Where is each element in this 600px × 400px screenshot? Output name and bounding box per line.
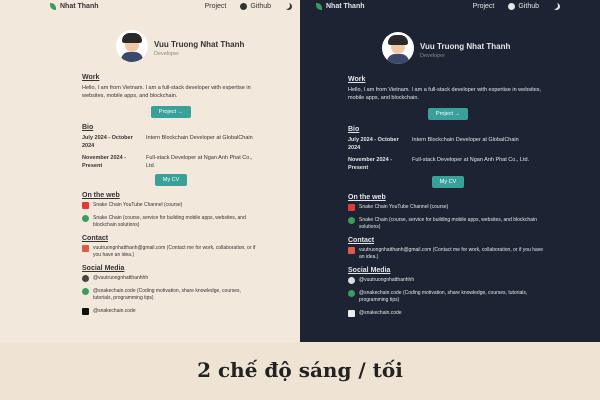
work-title: Work	[348, 76, 366, 83]
list-item[interactable]: Snake Chain YouTube Channel (course)	[82, 202, 260, 209]
list-item[interactable]: Snake Chain (course, service for buildin…	[82, 215, 260, 229]
brand-name: Nhat Thanh	[60, 3, 99, 10]
nav-project-link[interactable]: Project	[205, 3, 227, 10]
nav-github-label: Github	[518, 3, 539, 10]
work-text: Hello, I am from Vietnam. I am a full-st…	[82, 85, 251, 99]
main-content: Vuu Truong Nhat Thanh Developer Work Hel…	[348, 32, 548, 323]
brand[interactable]: Nhat Thanh	[316, 3, 365, 10]
bio-row: July 2024 - October 2024 Intern Blockcha…	[348, 136, 548, 152]
nav-github-link[interactable]: Github	[508, 3, 539, 10]
profile-hero: Vuu Truong Nhat Thanh Developer	[348, 32, 548, 70]
bio-text: Full-stack Developer at Ngan Anh Phat Co…	[412, 157, 530, 163]
brand[interactable]: Nhat Thanh	[50, 3, 99, 10]
web-item-text: Snake Chain (course, service for buildin…	[359, 217, 537, 230]
github-icon	[348, 277, 355, 284]
social-item-text: @snakechain.code	[93, 308, 136, 314]
logo-icon	[316, 3, 322, 10]
web-title: On the web	[348, 194, 386, 201]
tiktok-icon	[82, 308, 89, 315]
web-item-text: Snake Chain (course, service for buildin…	[93, 215, 246, 228]
theme-toggle-moon-icon[interactable]	[553, 3, 560, 10]
snake-icon	[348, 290, 355, 297]
project-button[interactable]: Project →	[427, 108, 469, 120]
bio-title: Bio	[82, 124, 94, 131]
bio-date: November 2024 - Present	[82, 155, 127, 169]
bio-row: November 2024 - Present Full-stack Devel…	[348, 156, 548, 172]
nav-github-label: Github	[250, 3, 271, 10]
list-item[interactable]: @snakechain.code	[348, 310, 548, 317]
list-item[interactable]: @vuutruongnhatthanhhh	[82, 275, 260, 282]
contact-title: Contact	[348, 237, 375, 244]
project-button[interactable]: Project →	[150, 106, 192, 118]
social-title: Social Media	[82, 265, 125, 272]
snake-icon	[82, 215, 89, 222]
github-icon	[240, 3, 248, 10]
profile-hero: Vuu Truong Nhat Thanh Developer	[82, 30, 260, 68]
nav-links: Project Github	[205, 3, 292, 10]
caption: 2 chế độ sáng / tối	[197, 358, 403, 382]
github-icon	[508, 3, 516, 10]
bio-date: November 2024 - Present	[348, 157, 393, 171]
bio-row: July 2024 - October 2024 Intern Blockcha…	[82, 134, 260, 150]
main-content: Vuu Truong Nhat Thanh Developer Work Hel…	[82, 30, 260, 321]
logo-icon	[50, 3, 56, 10]
profile-name: Vuu Truong Nhat Thanh	[420, 42, 511, 51]
brand-name: Nhat Thanh	[326, 3, 365, 10]
bio-row: November 2024 - Present Full-stack Devel…	[82, 154, 260, 170]
gmail-icon	[348, 247, 355, 254]
profile-role: Developer	[420, 53, 446, 59]
tiktok-icon	[348, 310, 355, 317]
snake-icon	[348, 217, 355, 224]
list-item[interactable]: Snake Chain YouTube Channel (course)	[348, 204, 548, 211]
web-item-text: Snake Chain YouTube Channel (course)	[93, 202, 183, 208]
navbar: Nhat Thanh Project Github	[300, 3, 600, 15]
web-item-text: Snake Chain YouTube Channel (course)	[359, 204, 449, 210]
light-mode-panel: Nhat Thanh Project Github Vuu Truong Nha…	[0, 0, 300, 342]
list-item[interactable]: @snakechain.code (Coding motivation, sha…	[82, 288, 260, 302]
bio-text: Intern Blockchain Developer at GlobalCha…	[412, 137, 519, 143]
social-title: Social Media	[348, 267, 391, 274]
youtube-icon	[348, 204, 355, 211]
social-item-text: @vuutruongnhatthanhhh	[93, 275, 149, 281]
profile-name: Vuu Truong Nhat Thanh	[154, 40, 245, 49]
avatar	[382, 32, 414, 64]
list-item[interactable]: @vuutruongnhatthanhhh	[348, 277, 548, 284]
contact-email[interactable]: vuutruongnhatthanh@gmail.com (Contact me…	[82, 245, 260, 259]
social-item-text: @snakechain.code (Coding motivation, sha…	[93, 288, 241, 301]
social-item-text: @snakechain.code	[359, 310, 402, 316]
youtube-icon	[82, 202, 89, 209]
gmail-icon	[82, 245, 89, 252]
nav-project-link[interactable]: Project	[473, 3, 495, 10]
theme-toggle-moon-icon[interactable]	[285, 3, 292, 10]
profile-role: Developer	[154, 51, 180, 57]
dark-mode-panel: Nhat Thanh Project Github Vuu Truong Nha…	[300, 0, 600, 342]
my-cv-button[interactable]: My CV	[431, 176, 465, 188]
nav-github-link[interactable]: Github	[240, 3, 271, 10]
social-item-text: @vuutruongnhatthanhhh	[359, 277, 415, 283]
bio-title: Bio	[348, 126, 360, 133]
bio-date: July 2024 - October 2024	[348, 137, 399, 151]
github-icon	[82, 275, 89, 282]
contact-email[interactable]: vuutruongnhatthanh@gmail.com (Contact me…	[348, 247, 548, 261]
my-cv-button[interactable]: My CV	[154, 174, 188, 186]
list-item[interactable]: @snakechain.code	[82, 308, 260, 315]
navbar: Nhat Thanh Project Github	[0, 3, 300, 15]
contact-text: vuutruongnhatthanh@gmail.com (Contact me…	[93, 245, 256, 258]
contact-title: Contact	[82, 235, 109, 242]
social-item-text: @snakechain.code (Coding motivation, sha…	[359, 290, 528, 303]
bio-date: July 2024 - October 2024	[82, 135, 133, 149]
snake-icon	[82, 288, 89, 295]
bio-text: Full-stack Developer at Ngan Anh Phat Co…	[146, 155, 253, 169]
bio-text: Intern Blockchain Developer at GlobalCha…	[146, 135, 253, 141]
work-text: Hello, I am from Vietnam. I am a full-st…	[348, 87, 542, 101]
work-title: Work	[82, 74, 100, 81]
web-title: On the web	[82, 192, 120, 199]
list-item[interactable]: @snakechain.code (Coding motivation, sha…	[348, 290, 548, 304]
nav-links: Project Github	[473, 3, 560, 10]
contact-text: vuutruongnhatthanh@gmail.com (Contact me…	[359, 247, 544, 260]
avatar	[116, 30, 148, 62]
list-item[interactable]: Snake Chain (course, service for buildin…	[348, 217, 548, 231]
